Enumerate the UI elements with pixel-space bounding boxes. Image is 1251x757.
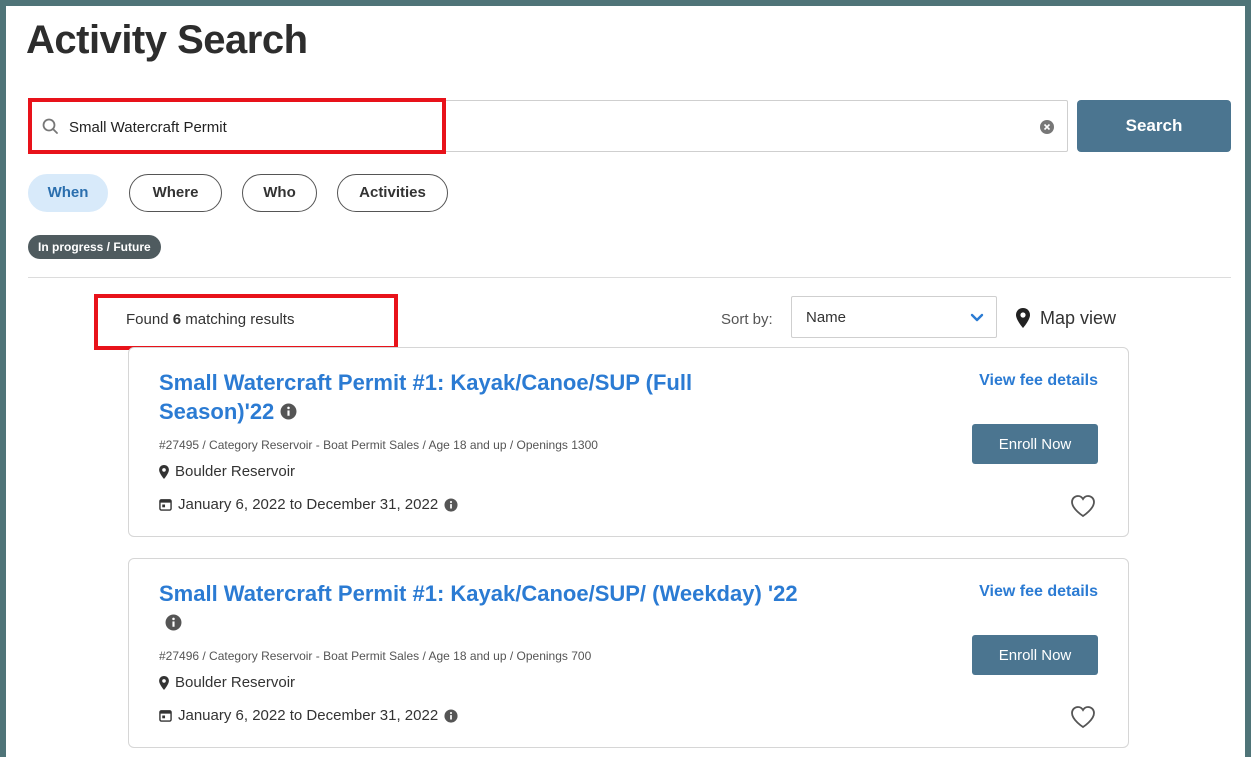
activity-card: Small Watercraft Permit #1: Kayak/Canoe/… xyxy=(128,558,1129,748)
view-fee-details-link[interactable]: View fee details xyxy=(979,583,1098,601)
filter-when[interactable]: When xyxy=(28,174,108,212)
enroll-now-button[interactable]: Enroll Now xyxy=(972,635,1098,675)
sort-value: Name xyxy=(806,309,847,326)
enroll-now-button[interactable]: Enroll Now xyxy=(972,424,1098,464)
dates-text: January 6, 2022 to December 31, 2022 xyxy=(178,496,439,513)
filter-where[interactable]: Where xyxy=(129,174,222,212)
activity-dates: January 6, 2022 to December 31, 2022 xyxy=(159,496,458,513)
heart-icon[interactable] xyxy=(1070,494,1096,518)
location-pin-icon xyxy=(159,464,169,479)
info-icon[interactable] xyxy=(444,497,458,512)
status-chip[interactable]: In progress / Future xyxy=(28,235,161,259)
chevron-down-icon xyxy=(970,313,984,322)
filter-who[interactable]: Who xyxy=(242,174,317,212)
heart-icon[interactable] xyxy=(1070,705,1096,729)
search-icon xyxy=(42,118,58,134)
sort-select[interactable]: Name xyxy=(791,296,997,338)
sort-label: Sort by: xyxy=(721,311,773,328)
location-text: Boulder Reservoir xyxy=(175,463,296,480)
map-pin-icon xyxy=(1016,308,1030,328)
clear-search-icon[interactable] xyxy=(1039,119,1055,135)
activity-title[interactable]: Small Watercraft Permit #1: Kayak/Canoe/… xyxy=(159,368,799,426)
view-fee-details-link[interactable]: View fee details xyxy=(979,372,1098,390)
search-button[interactable]: Search xyxy=(1077,100,1231,152)
results-prefix: Found xyxy=(126,311,169,328)
activity-title-text[interactable]: Small Watercraft Permit #1: Kayak/Canoe/… xyxy=(159,370,692,424)
info-icon[interactable] xyxy=(280,403,297,420)
divider xyxy=(28,277,1231,278)
calendar-icon xyxy=(159,710,172,722)
location-text: Boulder Reservoir xyxy=(175,674,296,691)
activity-location: Boulder Reservoir xyxy=(159,674,295,691)
activity-meta: #27496 / Category Reservoir - Boat Permi… xyxy=(159,649,592,663)
results-suffix: matching results xyxy=(185,311,295,328)
activity-dates: January 6, 2022 to December 31, 2022 xyxy=(159,707,458,724)
results-number: 6 xyxy=(172,311,182,328)
activity-title-text[interactable]: Small Watercraft Permit #1: Kayak/Canoe/… xyxy=(159,581,798,606)
calendar-icon xyxy=(159,499,172,511)
results-count: Found 6 matching results xyxy=(126,311,294,328)
dates-text: January 6, 2022 to December 31, 2022 xyxy=(178,707,439,724)
app-frame: Activity Search Search When Where Who Ac… xyxy=(0,0,1251,757)
activity-card: Small Watercraft Permit #1: Kayak/Canoe/… xyxy=(128,347,1129,537)
map-view-link[interactable]: Map view xyxy=(1016,306,1116,330)
search-input[interactable] xyxy=(69,113,969,141)
page-title: Activity Search xyxy=(26,18,308,62)
info-icon[interactable] xyxy=(444,708,458,723)
search-box[interactable] xyxy=(28,100,1068,152)
filter-activities[interactable]: Activities xyxy=(337,174,448,212)
location-pin-icon xyxy=(159,675,169,690)
activity-meta: #27495 / Category Reservoir - Boat Permi… xyxy=(159,438,598,452)
activity-title[interactable]: Small Watercraft Permit #1: Kayak/Canoe/… xyxy=(159,579,799,637)
activity-location: Boulder Reservoir xyxy=(159,463,295,480)
map-view-label: Map view xyxy=(1040,307,1117,328)
info-icon[interactable] xyxy=(165,614,182,631)
